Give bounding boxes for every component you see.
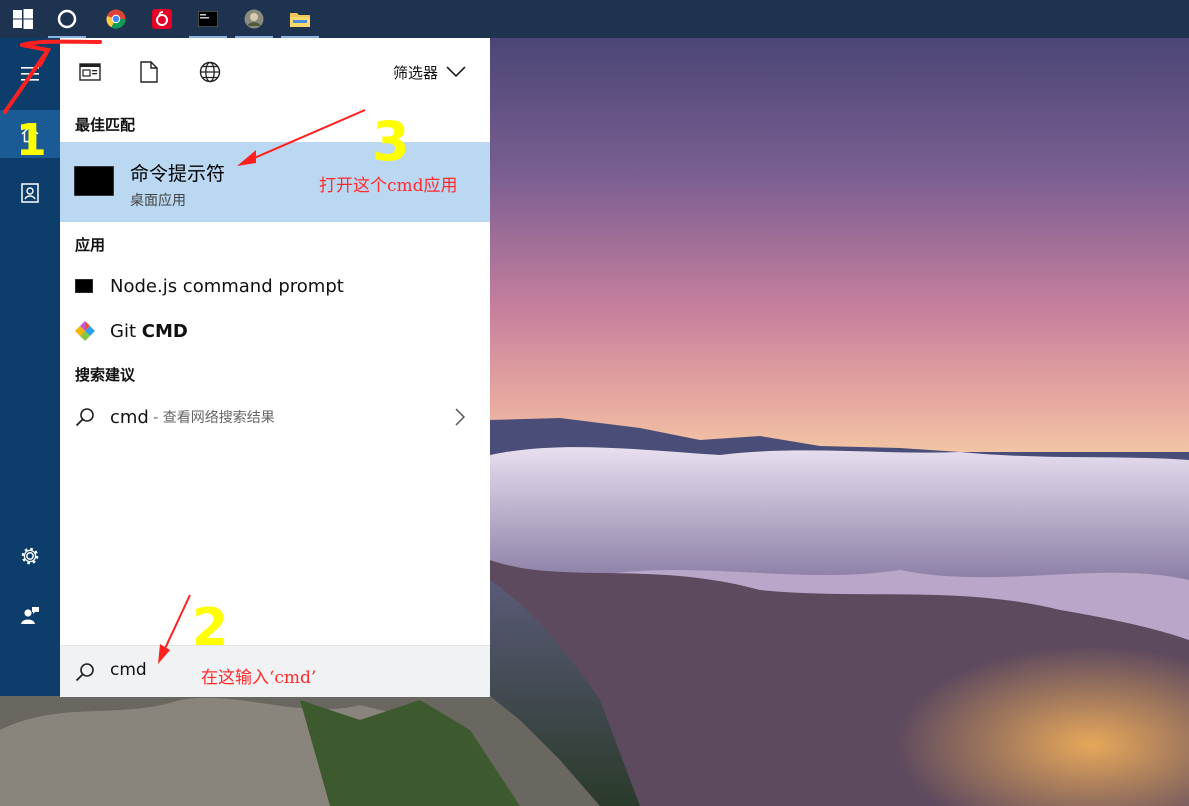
taskbar-chrome[interactable] — [93, 0, 139, 38]
taskbar-terminal[interactable] — [185, 0, 231, 38]
app-result-label: Git CMD — [110, 321, 188, 342]
best-match-heading: 最佳匹配 — [75, 116, 136, 134]
home-icon — [21, 125, 39, 143]
photo-app-icon — [244, 9, 264, 29]
cortana-icon — [57, 9, 77, 29]
notebook-icon — [21, 183, 39, 203]
suggestion-hint: - 查看网络搜索结果 — [148, 410, 275, 426]
best-match-name: 命令提示符 — [130, 163, 226, 185]
document-icon — [140, 61, 158, 83]
filter-dropdown[interactable]: 筛选器 — [393, 60, 466, 84]
globe-icon — [199, 61, 221, 83]
terminal-icon — [198, 11, 218, 27]
search-icon — [75, 408, 94, 427]
git-diamond-icon — [75, 321, 95, 341]
search-icon — [75, 663, 94, 682]
start-button[interactable] — [0, 0, 46, 38]
settings-button[interactable] — [0, 532, 60, 580]
chrome-icon — [106, 9, 126, 29]
cmd-app-icon — [74, 166, 114, 196]
filter-apps-button[interactable] — [78, 60, 102, 84]
taskbar-netease-music[interactable] — [139, 0, 185, 38]
terminal-app-icon — [75, 279, 93, 293]
app-result-git-cmd[interactable]: Git CMD — [60, 309, 490, 353]
gear-icon — [21, 547, 39, 565]
app-result-label-bold: CMD — [141, 320, 188, 342]
annotation-type-cmd: 在这输入‘cmd’ — [201, 668, 317, 688]
annotation-open-cmd: 打开这个cmd应用 — [319, 176, 458, 196]
feedback-button[interactable] — [0, 592, 60, 640]
web-suggestion-cmd[interactable]: cmd - 查看网络搜索结果 — [60, 395, 490, 439]
filter-web-button[interactable] — [198, 60, 222, 84]
file-explorer-icon — [290, 13, 310, 27]
chevron-down-icon — [446, 66, 466, 78]
app-window-icon — [79, 63, 101, 81]
suggestions-heading: 搜索建议 — [75, 366, 136, 384]
taskbar-file-explorer[interactable] — [277, 0, 323, 38]
filter-label: 筛选器 — [393, 63, 439, 82]
netease-music-icon — [152, 9, 172, 29]
filter-documents-button[interactable] — [137, 60, 161, 84]
best-match-type: 桌面应用 — [130, 193, 186, 209]
windows-logo-icon — [13, 9, 33, 29]
app-result-label-prefix: Git — [110, 320, 142, 342]
search-input[interactable]: cmd — [110, 660, 147, 680]
chevron-right-icon — [455, 408, 465, 426]
apps-heading: 应用 — [75, 236, 106, 254]
feedback-person-icon — [21, 607, 39, 624]
expand-menu-button[interactable] — [0, 50, 60, 98]
home-button[interactable] — [0, 110, 60, 158]
app-result-nodejs[interactable]: Node.js command prompt — [60, 264, 490, 308]
search-results-panel: 筛选器 最佳匹配 命令提示符 桌面应用 应用 Node.js command p… — [60, 38, 490, 645]
suggestion-query: cmd — [110, 406, 149, 428]
taskbar — [0, 0, 1189, 38]
notebook-button[interactable] — [0, 169, 60, 217]
hamburger-icon — [21, 67, 39, 81]
start-left-rail — [0, 38, 60, 696]
app-result-label: Node.js command prompt — [110, 275, 344, 297]
taskbar-photo-app[interactable] — [231, 0, 277, 38]
cortana-button[interactable] — [44, 0, 90, 38]
